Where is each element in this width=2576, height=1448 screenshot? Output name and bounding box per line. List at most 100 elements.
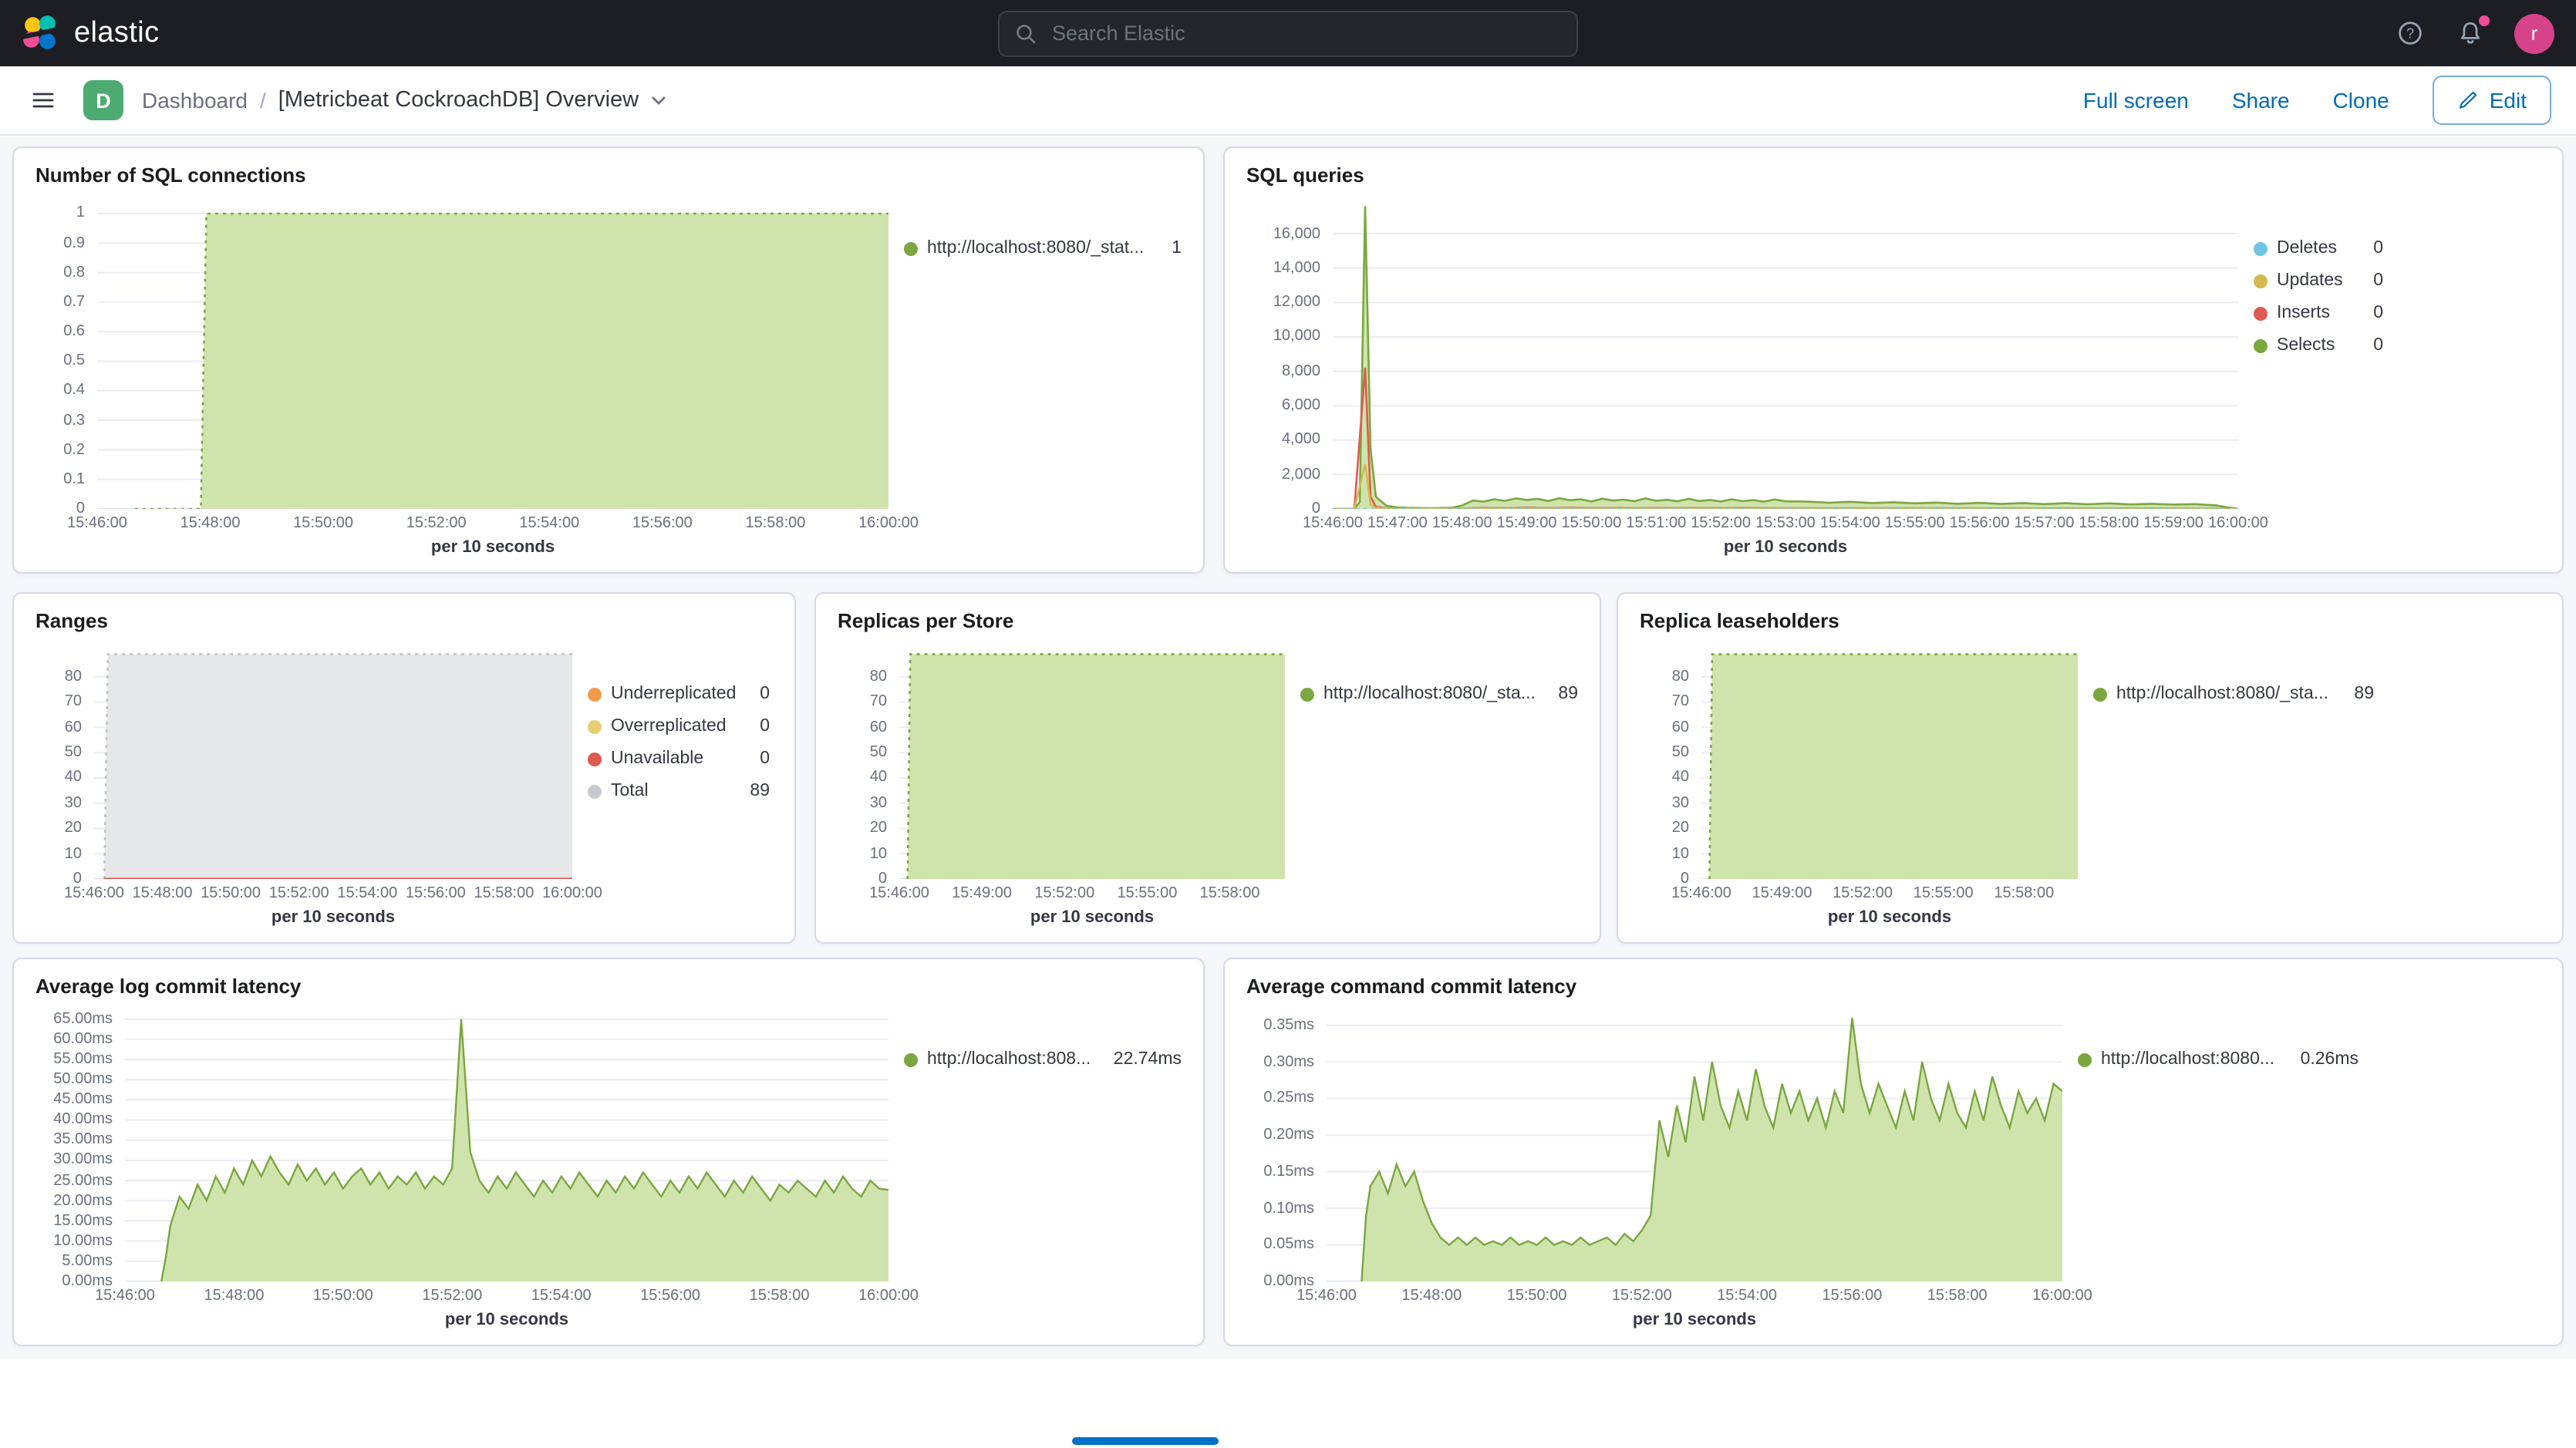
y-axis: 01020304050607080 — [838, 641, 899, 879]
y-axis-label: 5.00ms — [62, 1253, 113, 1270]
help-icon: ? — [2397, 20, 2423, 46]
y-axis-label: 6,000 — [1282, 397, 1320, 414]
x-axis: 15:46:0015:48:0015:50:0015:52:0015:54:00… — [125, 1281, 888, 1305]
legend-item[interactable]: Unavailable0 — [588, 749, 770, 768]
y-axis-label: 30 — [65, 795, 82, 812]
x-axis-label: 15:52:00 — [1612, 1288, 1672, 1305]
legend-item[interactable]: http://localhost:8080/_sta...89 — [2093, 685, 2374, 703]
chart-plot[interactable] — [1327, 1007, 2062, 1281]
chart-area[interactable] — [125, 1007, 888, 1281]
y-axis-label: 0.25ms — [1263, 1090, 1314, 1107]
breadcrumb-dashboard[interactable]: Dashboard — [142, 88, 248, 113]
legend-item[interactable]: http://localhost:8080/_stat...1 — [904, 239, 1182, 258]
menu-button[interactable] — [25, 82, 62, 119]
legend-value: 0 — [2373, 271, 2383, 290]
panel-title: Replica leaseholders — [1618, 594, 2562, 632]
legend-value: 0 — [2373, 239, 2383, 258]
chart-plot[interactable] — [125, 1007, 888, 1281]
y-axis-label: 8,000 — [1282, 363, 1320, 380]
x-axis-label: 16:00:00 — [542, 885, 602, 902]
search-icon — [1015, 22, 1037, 44]
y-axis-label: 0.5 — [63, 352, 85, 369]
user-avatar[interactable]: r — [2514, 13, 2554, 53]
y-axis-label: 30 — [1672, 795, 1689, 812]
legend-label: http://localhost:8080/_stat... — [927, 239, 1159, 258]
full-screen-button[interactable]: Full screen — [2083, 88, 2189, 113]
chart-plot[interactable] — [94, 641, 572, 879]
global-search[interactable] — [998, 10, 1578, 56]
notifications-button[interactable] — [2454, 17, 2487, 49]
y-axis-label: 50 — [65, 744, 82, 761]
legend-item[interactable]: http://localhost:8080/_sta...89 — [1300, 685, 1578, 703]
chart-plot[interactable] — [97, 196, 888, 509]
chart-area[interactable] — [94, 641, 572, 879]
x-axis-label: 15:52:00 — [1833, 885, 1893, 902]
panel-title: SQL queries — [1225, 148, 2562, 187]
x-axis-label: 16:00:00 — [2208, 515, 2268, 532]
share-button[interactable]: Share — [2232, 88, 2290, 113]
legend-item[interactable]: Deletes0 — [2254, 239, 2383, 258]
y-axis-label: 60 — [65, 719, 82, 736]
chart-area[interactable] — [1701, 641, 2078, 879]
legend-item[interactable]: http://localhost:808...22.74ms — [904, 1050, 1182, 1069]
chart-area[interactable] — [97, 196, 888, 509]
y-axis-label: 0.35ms — [1263, 1017, 1314, 1034]
y-axis-label: 0.9 — [63, 234, 85, 251]
y-axis-label: 0.1 — [63, 471, 85, 488]
y-axis-label: 80 — [65, 668, 82, 685]
scrollbar-thumb[interactable] — [1072, 1437, 1219, 1445]
chart-area[interactable] — [1327, 1007, 2062, 1281]
legend-item[interactable]: Inserts0 — [2254, 304, 2383, 322]
panel-title: Average command commit latency — [1225, 959, 2562, 998]
x-axis: 15:46:0015:48:0015:50:0015:52:0015:54:00… — [1327, 1281, 2062, 1305]
x-axis-label: 15:52:00 — [1691, 515, 1751, 532]
legend-item[interactable]: Total89 — [588, 782, 770, 800]
elastic-brand[interactable]: elastic — [22, 14, 160, 52]
dashboard-app-badge: D — [83, 80, 123, 120]
svg-text:?: ? — [2406, 25, 2414, 41]
x-axis-label: 15:56:00 — [640, 1288, 700, 1305]
legend-item[interactable]: Updates0 — [2254, 271, 2383, 290]
chart-plot[interactable] — [899, 641, 1285, 879]
chart-legend: http://localhost:808...22.74ms — [888, 1007, 1182, 1342]
y-axis-label: 10 — [65, 845, 82, 862]
x-axis-label: 16:00:00 — [858, 515, 919, 532]
legend-item[interactable]: Underreplicated0 — [588, 685, 770, 703]
legend-label: Inserts — [2277, 304, 2361, 322]
help-button[interactable]: ? — [2394, 17, 2426, 49]
x-axis-label: 15:59:00 — [2143, 515, 2203, 532]
chart-plot[interactable] — [1701, 641, 2078, 879]
legend-color-dot — [2254, 274, 2267, 288]
search-input[interactable] — [1049, 20, 1561, 46]
legend-value: 0 — [2373, 336, 2383, 355]
legend-color-dot — [2078, 1052, 2092, 1066]
x-axis-label: 15:50:00 — [293, 515, 353, 532]
panel-title: Ranges — [14, 594, 794, 632]
legend-item[interactable]: Overreplicated0 — [588, 717, 770, 736]
y-axis-label: 60.00ms — [53, 1031, 113, 1048]
legend-label: Unavailable — [611, 749, 747, 768]
y-axis-label: 10,000 — [1273, 328, 1320, 345]
chart-plot[interactable] — [1333, 196, 2238, 509]
legend-item[interactable]: http://localhost:8080...0.26ms — [2078, 1050, 2359, 1069]
hamburger-icon — [31, 88, 56, 113]
x-axis-label: 15:54:00 — [1717, 1288, 1777, 1305]
x-axis-label: 15:55:00 — [1117, 885, 1177, 902]
x-axis-title: per 10 seconds — [94, 902, 572, 939]
chart-area[interactable] — [899, 641, 1285, 879]
y-axis-label: 2,000 — [1282, 466, 1320, 483]
x-axis-label: 15:46:00 — [1296, 1288, 1357, 1305]
edit-button[interactable]: Edit — [2433, 76, 2551, 125]
clone-button[interactable]: Clone — [2333, 88, 2389, 113]
x-axis-title: per 10 seconds — [1701, 902, 2078, 939]
edit-button-label: Edit — [2490, 88, 2527, 113]
legend-label: http://localhost:808... — [927, 1050, 1101, 1069]
legend-item[interactable]: Selects0 — [2254, 336, 2383, 355]
page-title[interactable]: [Metricbeat CockroachDB] Overview — [278, 88, 668, 113]
x-axis-label: 15:58:00 — [750, 1288, 810, 1305]
y-axis-label: 70 — [870, 694, 887, 711]
chart-area[interactable] — [1333, 196, 2238, 509]
y-axis-label: 55.00ms — [53, 1051, 113, 1068]
page-title-text: [Metricbeat CockroachDB] Overview — [278, 88, 639, 113]
y-axis: 02,0004,0006,0008,00010,00012,00014,0001… — [1246, 196, 1333, 509]
